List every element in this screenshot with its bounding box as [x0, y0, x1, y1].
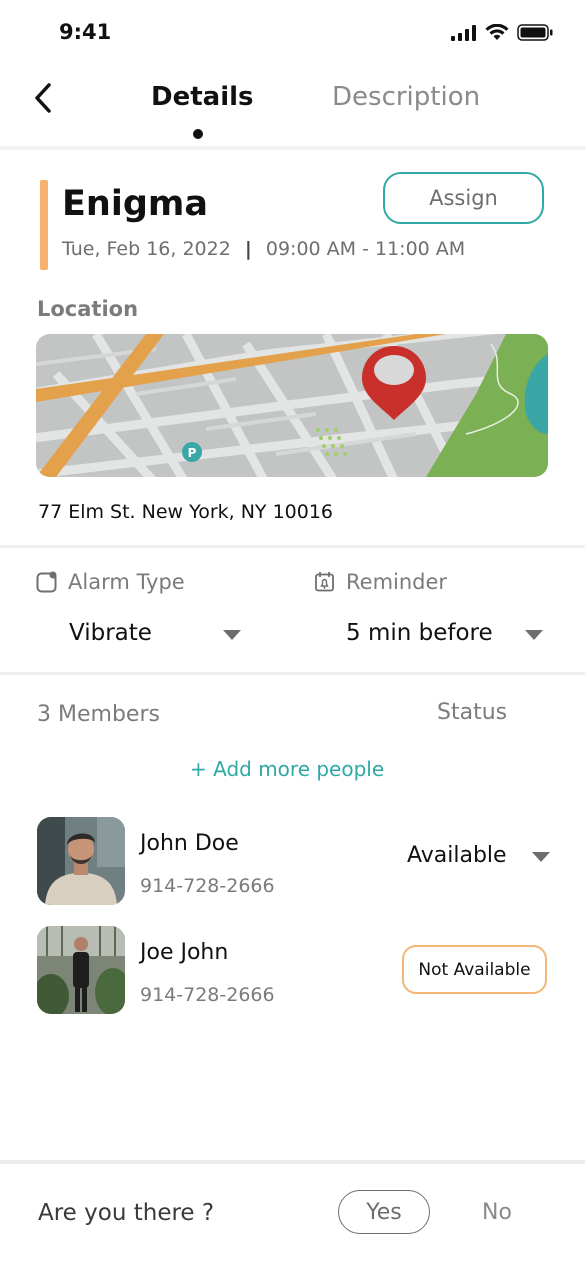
location-address: 77 Elm St. New York, NY 10016	[38, 501, 334, 523]
alarm-type-label: Alarm Type	[36, 570, 185, 594]
signal-icon	[451, 24, 476, 41]
member-status-select[interactable]: Available	[407, 843, 552, 868]
member-row: John Doe 914-728-2666 Available	[0, 817, 585, 907]
event-header: Enigma Tue, Feb 16, 2022 | 09:00 AM - 11…	[0, 170, 585, 280]
location-map[interactable]: P	[36, 334, 548, 477]
alarm-type-icon	[36, 571, 57, 593]
alarm-type-value: Vibrate	[69, 620, 152, 646]
reminder-label: Reminder	[314, 570, 447, 594]
back-button[interactable]	[28, 80, 58, 116]
event-date-separator: |	[244, 238, 252, 260]
status-icons	[451, 24, 553, 41]
attendance-bar: Are you there ? Yes No	[0, 1160, 585, 1267]
section-divider	[0, 672, 585, 675]
member-status-value: Available	[407, 843, 507, 868]
avatar[interactable]	[37, 817, 125, 905]
parking-icon: P	[182, 442, 202, 462]
alarm-reminder-settings: Alarm Type Reminder Vibrate 5 min before	[0, 548, 585, 672]
member-phone: 914-728-2666	[140, 875, 275, 897]
members-count: 3 Members	[37, 702, 160, 727]
attendance-question: Are you there ?	[38, 1200, 215, 1226]
calendar-bell-icon	[315, 572, 334, 592]
reminder-select[interactable]: 5 min before	[346, 620, 546, 646]
active-tab-indicator	[193, 129, 203, 139]
member-status-badge[interactable]: Not Available	[402, 945, 547, 994]
tab-description[interactable]: Description	[332, 82, 480, 112]
battery-icon	[517, 24, 553, 41]
yes-button[interactable]: Yes	[338, 1190, 430, 1234]
alarm-type-select[interactable]: Vibrate	[69, 620, 244, 646]
member-row: Joe John 914-728-2666 Not Available	[0, 926, 585, 1016]
add-more-people-button[interactable]: + Add more people	[190, 757, 384, 781]
caret-down-icon	[532, 852, 550, 862]
event-title: Enigma	[62, 184, 208, 224]
caret-down-icon	[223, 630, 241, 640]
tab-details[interactable]: Details	[151, 82, 254, 112]
avatar-john-doe	[37, 817, 125, 905]
status-bar: 9:41	[0, 0, 585, 66]
caret-down-icon	[525, 630, 543, 640]
event-datetime: Tue, Feb 16, 2022 | 09:00 AM - 11:00 AM	[62, 238, 465, 260]
member-name: Joe John	[140, 940, 229, 965]
reminder-value: 5 min before	[346, 620, 493, 646]
alarm-type-text: Alarm Type	[68, 570, 185, 594]
event-accent-bar	[40, 180, 48, 270]
member-phone: 914-728-2666	[140, 984, 275, 1006]
no-button[interactable]: No	[482, 1200, 512, 1225]
members-header: 3 Members Status	[0, 690, 585, 740]
reminder-text: Reminder	[346, 570, 448, 594]
svg-text:P: P	[188, 446, 197, 460]
event-time-range: 09:00 AM - 11:00 AM	[265, 238, 466, 260]
wifi-icon	[485, 24, 509, 40]
status-time: 9:41	[59, 20, 112, 44]
assign-button[interactable]: Assign	[383, 172, 544, 224]
member-name: John Doe	[140, 831, 239, 856]
top-nav: Details Description	[0, 66, 585, 150]
event-date: Tue, Feb 16, 2022	[62, 238, 231, 260]
chevron-left-icon	[35, 83, 51, 113]
status-column-label: Status	[437, 700, 508, 725]
avatar-joe-john	[37, 926, 125, 1014]
map-image: P	[36, 334, 548, 477]
location-label: Location	[37, 297, 139, 321]
avatar[interactable]	[37, 926, 125, 1014]
